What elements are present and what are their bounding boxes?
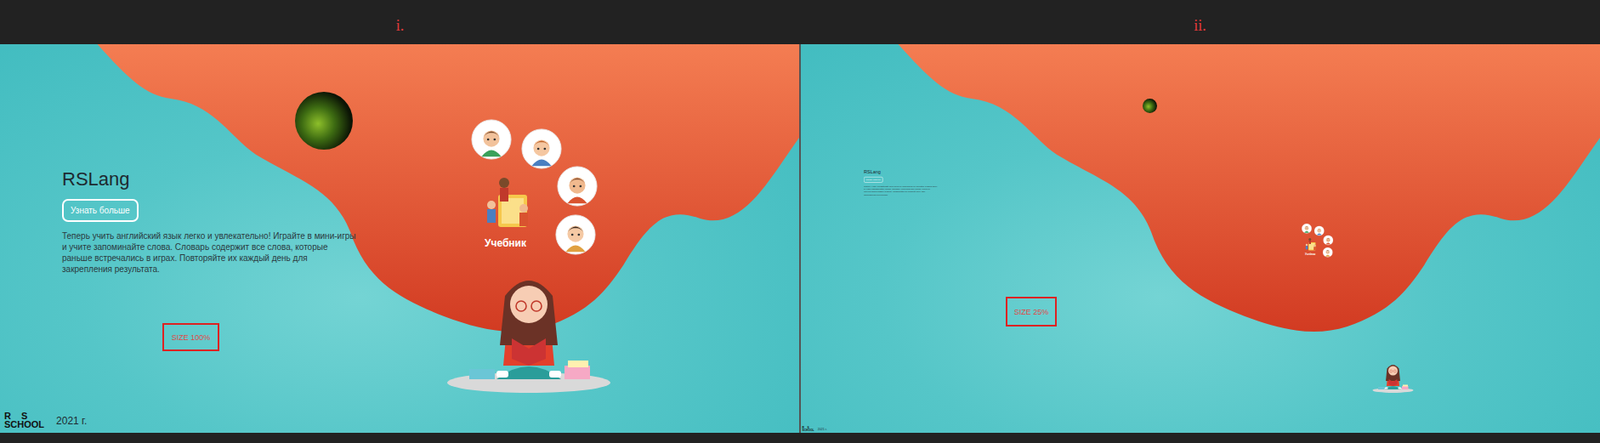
panel-label-cell: ii.	[800, 0, 1600, 45]
reading-girl-icon	[1372, 362, 1414, 393]
photo-circle	[295, 91, 353, 150]
rs-school-logo: RSSCHOOL	[802, 426, 815, 432]
kids-with-book-icon	[481, 175, 541, 236]
top-bar: i. ii.	[0, 0, 1600, 45]
panel-label: ii.	[1193, 17, 1207, 35]
hero-description: Теперь учить английский язык легко и увл…	[863, 184, 939, 196]
hero-block: RSLangУзнать большеТеперь учить английск…	[863, 169, 939, 196]
hero-title: RSLang	[863, 169, 939, 176]
logo-letter: R	[4, 412, 12, 421]
panels: RSLangУзнать большеТеперь учить английск…	[0, 44, 1600, 433]
footer-year: 2021 г.	[56, 414, 87, 427]
size-annotation: SIZE 25%	[1005, 296, 1057, 327]
size-annotation: SIZE 100%	[162, 323, 220, 352]
panel-label-cell: i.	[0, 0, 800, 45]
hero-description: Теперь учить английский язык легко и увл…	[62, 230, 360, 275]
hero-title: RSLang	[62, 168, 360, 191]
comparison-screen: i.ii.RSLangУзнать большеТеперь учить анг…	[0, 0, 1600, 443]
kids-with-book-icon	[1304, 238, 1320, 254]
footer-year: 2021 г.	[817, 427, 828, 432]
avatar-icon	[470, 119, 512, 160]
logo-word: SCHOOL	[802, 429, 815, 432]
photo-circle	[1142, 98, 1158, 114]
rs-school-logo: RSSCHOOL	[4, 412, 45, 430]
textbook-label: Учебник	[1304, 253, 1316, 257]
textbook-link[interactable]: Учебник	[1300, 222, 1338, 268]
avatar-icon	[1301, 223, 1312, 234]
footer: RSSCHOOL2021 г.	[800, 426, 1041, 433]
learn-more-button[interactable]: Узнать больше	[863, 176, 883, 183]
reading-girl-icon	[445, 270, 613, 393]
learn-more-button[interactable]: Узнать больше	[62, 198, 139, 222]
hero-block: RSLang Узнать больше Теперь учить английск…	[62, 168, 360, 275]
orange-wave-background	[800, 44, 1600, 433]
avatar-icon	[556, 165, 598, 207]
avatar-icon	[1322, 247, 1334, 258]
avatar-icon	[521, 128, 562, 170]
avatar-icon	[1322, 235, 1334, 246]
landing-preview: RSLangУзнать большеТеперь учить английск…	[800, 44, 1600, 433]
panel-label: i.	[396, 17, 405, 35]
textbook-link[interactable]: Учебник	[467, 116, 613, 296]
landing-preview: RSLang Узнать больше Теперь учить английск…	[0, 44, 800, 433]
logo-word: SCHOOL	[4, 420, 45, 430]
avatar-icon	[1314, 226, 1325, 237]
textbook-label: Учебник	[484, 237, 527, 250]
footer: RSSCHOOL 2021 г.	[0, 412, 800, 433]
avatar-icon	[555, 214, 596, 256]
logo-letter: S	[21, 412, 28, 421]
